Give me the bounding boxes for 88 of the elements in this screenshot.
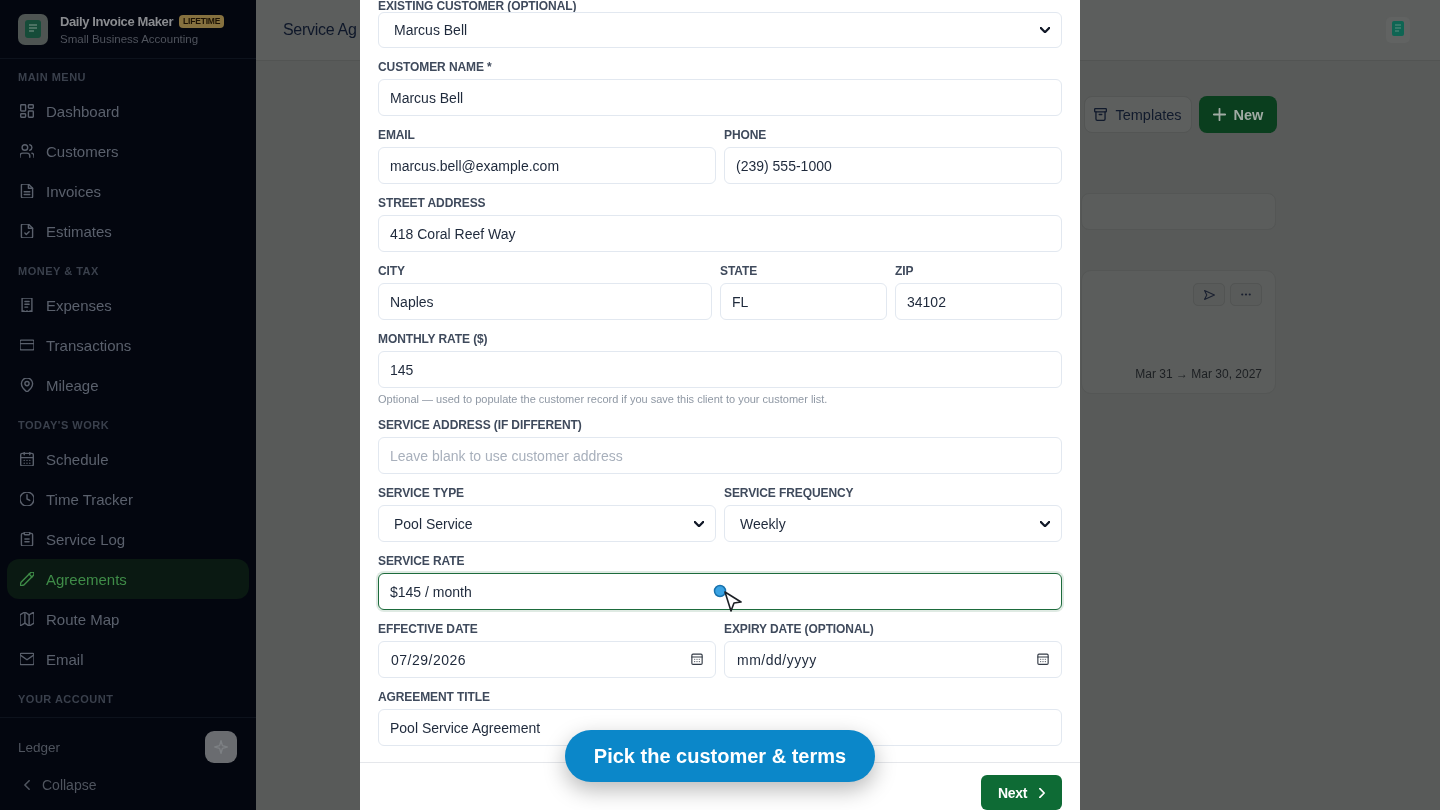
nav-item[interactable]: Invoices (7, 171, 249, 211)
sparkle-button[interactable] (205, 731, 237, 763)
field-label: ZIP (895, 264, 914, 278)
calendar-icon[interactable] (1037, 653, 1049, 665)
field-label: STREET ADDRESS (378, 196, 486, 210)
collapse-button[interactable]: Collapse (18, 773, 97, 797)
archive-icon (1094, 108, 1108, 121)
nav-item[interactable]: Dashboard (7, 91, 249, 131)
field-label: AGREEMENT TITLE (378, 690, 490, 704)
new-button[interactable]: New (1199, 96, 1277, 133)
field-label: SERVICE ADDRESS (IF DIFFERENT) (378, 418, 582, 432)
text-field[interactable]: Leave blank to use customer address (378, 437, 1062, 474)
plus-icon (1212, 108, 1226, 121)
field-label: PHONE (724, 128, 767, 142)
field-label: SERVICE RATE (378, 554, 465, 568)
mail-icon (20, 652, 34, 666)
pencil-icon (20, 572, 34, 586)
text-field[interactable]: $145 / month (378, 573, 1062, 610)
field-label: MONTHLY RATE ($) (378, 332, 488, 346)
text-field[interactable]: FL (720, 283, 887, 320)
nav-item[interactable]: Email (7, 639, 249, 679)
chevron-down-icon (1040, 27, 1050, 33)
grid-icon (20, 104, 34, 118)
dropdown[interactable]: Marcus Bell (378, 12, 1062, 48)
chevron-right-icon (1039, 787, 1046, 798)
clipboard-icon (20, 532, 34, 546)
clock-icon (20, 492, 34, 506)
section-heading: YOUR ACCOUNT (17, 692, 114, 706)
chevron-left-icon (24, 780, 30, 790)
dropdown[interactable]: Weekly (724, 505, 1062, 542)
workspace-label: Ledger (18, 739, 61, 755)
text-field[interactable]: 145 (378, 351, 1062, 388)
document-icon (20, 184, 34, 198)
nav-item[interactable]: Schedule (7, 439, 249, 479)
cursor-icon (713, 584, 743, 612)
text-field[interactable]: Naples (378, 283, 712, 320)
document-check-icon (20, 224, 34, 238)
page-title: Service Ag (283, 21, 357, 39)
section-heading: MONEY & TAX (17, 264, 99, 278)
plan-badge: LIFETIME (179, 14, 225, 28)
more-icon (1241, 293, 1251, 296)
dropdown[interactable]: Pool Service (378, 505, 716, 542)
help-text: Optional — used to populate the customer record if you save this client to your customer list. (378, 393, 828, 406)
logo-icon (18, 13, 48, 45)
nav-item[interactable]: Expenses (7, 285, 249, 325)
nav-item[interactable]: Time Tracker (7, 479, 249, 519)
nav-item[interactable]: Mileage (7, 365, 249, 405)
text-field[interactable]: (239) 555-1000 (724, 147, 1062, 184)
field-label: EMAIL (378, 128, 415, 142)
nav-item[interactable]: Transactions (7, 325, 249, 365)
map-icon (20, 612, 34, 626)
field-label: EXPIRY DATE (OPTIONAL) (724, 622, 874, 636)
input-field[interactable] (1081, 193, 1276, 230)
app-tagline: Small Business Accounting (60, 31, 199, 46)
text-field[interactable]: Marcus Bell (378, 79, 1062, 116)
calendar-icon[interactable] (691, 653, 703, 665)
credit-card-icon (20, 338, 34, 352)
users-icon (20, 144, 34, 158)
field-label: EFFECTIVE DATE (378, 622, 478, 636)
nav-item[interactable]: Service Log (7, 519, 249, 559)
section-heading: MAIN MENU (17, 70, 87, 84)
text-field[interactable]: 34102 (895, 283, 1062, 320)
coach-tip: Pick the customer & terms (565, 730, 875, 782)
calendar-icon (20, 452, 34, 466)
nav-item[interactable]: Route Map (7, 599, 249, 639)
send-icon (1203, 289, 1215, 300)
nav-item[interactable]: Agreements (7, 559, 249, 599)
templates-button[interactable]: Templates (1084, 96, 1192, 133)
next-button[interactable]: Next (981, 775, 1062, 810)
section-heading: TODAY'S WORK (17, 418, 110, 432)
app-name: Daily Invoice Maker (60, 12, 174, 30)
field-label: SERVICE TYPE (378, 486, 464, 500)
text-field[interactable]: 418 Coral Reef Way (378, 215, 1062, 252)
field-label: CITY (378, 264, 405, 278)
field-label: CUSTOMER NAME * (378, 60, 492, 74)
field-label: SERVICE FREQUENCY (724, 486, 854, 500)
map-pin-icon (20, 378, 34, 392)
date-range: Mar 31 → Mar 30, 2027 (1135, 367, 1262, 381)
receipt-icon (20, 298, 34, 312)
date-field[interactable]: mm/dd/yyyy (724, 641, 1062, 678)
field-label: STATE (720, 264, 758, 278)
chevron-down-icon (1040, 520, 1050, 527)
text-field[interactable]: marcus.bell@example.com (378, 147, 716, 184)
date-field[interactable]: 07/29/2026 (378, 641, 716, 678)
nav-item[interactable]: Estimates (7, 211, 249, 251)
field-label: EXISTING CUSTOMER (OPTIONAL) (378, 0, 577, 12)
nav-item[interactable]: Customers (7, 131, 249, 171)
chevron-down-icon (694, 520, 704, 527)
